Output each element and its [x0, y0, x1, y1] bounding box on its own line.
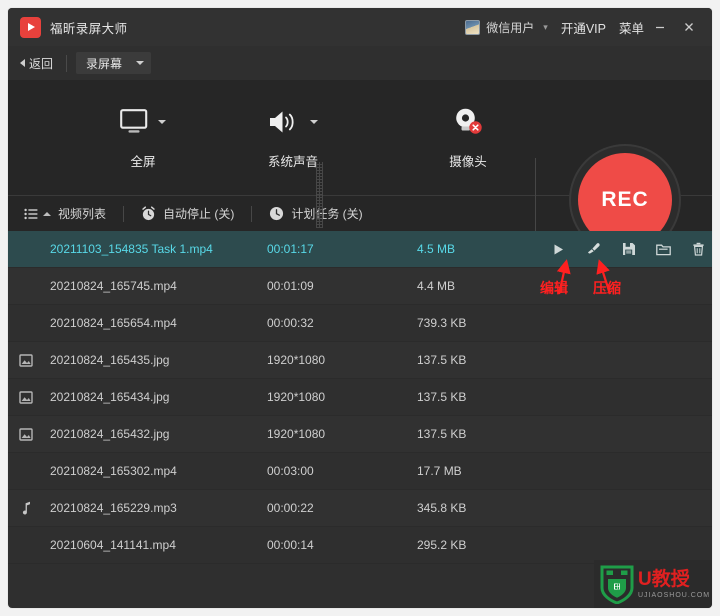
folder-icon[interactable] [656, 242, 671, 257]
chevron-down-icon[interactable] [310, 119, 318, 124]
toolbar-divider [123, 205, 125, 222]
file-duration: 00:01:17 [267, 242, 314, 256]
table-row[interactable]: 20210824_165432.jpg 1920*1080 137.5 KB [8, 416, 712, 453]
capture-option-label: 摄像头 [449, 154, 487, 169]
file-size: 137.5 KB [417, 353, 467, 367]
clock-icon [270, 206, 284, 221]
image-icon [8, 390, 44, 404]
image-icon [8, 353, 44, 367]
capture-option-label: 系统声音 [267, 154, 318, 169]
compress-save-icon[interactable] [621, 242, 636, 257]
file-name: 20210824_165302.mp4 [50, 464, 177, 478]
play-icon[interactable] [551, 242, 566, 257]
capture-option-webcam[interactable]: 摄像头 [398, 106, 538, 170]
file-size: 4.5 MB [417, 242, 456, 256]
row-actions [537, 242, 712, 257]
annotation-label-compress: 压缩 [593, 280, 621, 296]
capture-option-system-sound[interactable]: 系统声音 [223, 106, 363, 170]
list-view-icon [24, 208, 38, 219]
music-note-icon [8, 501, 44, 515]
video-list-label: 视频列表 [58, 207, 107, 221]
auto-stop-label: 自动停止 (关) [163, 207, 235, 221]
watermark-text: U教授 UJIAOSHOU.COM [638, 570, 710, 599]
file-name: 20210604_141141.mp4 [50, 538, 176, 552]
video-play-logo-icon [20, 16, 41, 38]
watermark-domain: UJIAOSHOU.COM [638, 591, 711, 599]
chevron-down-icon[interactable] [158, 119, 166, 124]
capture-option-fullscreen[interactable]: 全屏 [73, 106, 213, 170]
chevron-up-icon [43, 211, 51, 216]
file-size: 295.2 KB [417, 538, 467, 552]
user-avatar-icon[interactable] [465, 19, 481, 35]
close-button[interactable] [676, 14, 702, 40]
back-button-label: 返回 [29, 56, 54, 71]
app-window: 福昕录屏大师 微信用户 ▾ 开通VIP 菜单 返回 录屏幕 全屏 系统声音 摄像… [8, 8, 712, 608]
video-list-button[interactable]: 视频列表 [24, 205, 106, 222]
table-row[interactable]: 20210824_165434.jpg 1920*1080 137.5 KB [8, 379, 712, 416]
table-row[interactable]: 20210824_165302.mp4 00:03:00 17.7 MB [8, 453, 712, 490]
table-row[interactable]: 20210824_165654.mp4 00:00:32 739.3 KB [8, 305, 712, 342]
edit-brush-icon[interactable] [586, 242, 601, 257]
speaker-icon [270, 111, 294, 132]
auto-stop-button[interactable]: 自动停止 (关) [141, 205, 234, 222]
file-size: 345.8 KB [417, 501, 467, 515]
open-vip-button[interactable]: 开通VIP [561, 18, 606, 37]
file-duration: 00:00:14 [267, 538, 314, 552]
app-title: 福昕录屏大师 [50, 21, 128, 36]
table-row[interactable]: 20211103_154835 Task 1.mp4 00:01:17 4.5 … [8, 231, 712, 268]
file-name: 20210824_165434.jpg [50, 390, 170, 404]
toolbar-divider [251, 205, 253, 222]
file-size: 4.4 MB [417, 279, 456, 293]
table-row[interactable]: 20210824_165435.jpg 1920*1080 137.5 KB [8, 342, 712, 379]
file-name: 20210824_165435.jpg [50, 353, 170, 367]
back-button[interactable]: 返回 [18, 52, 59, 75]
webcam-disabled-icon [456, 108, 482, 134]
file-duration: 1920*1080 [267, 427, 326, 441]
user-name-label[interactable]: 微信用户 [486, 19, 534, 36]
image-icon [8, 427, 44, 441]
watermark-brand: U教授 [638, 568, 690, 590]
table-row[interactable]: 20210824_165229.mp3 00:00:22 345.8 KB [8, 490, 712, 527]
file-name: 20210824_165432.jpg [50, 427, 170, 441]
file-name: 20210824_165654.mp4 [50, 316, 177, 330]
file-name: 20210824_165229.mp3 [50, 501, 177, 515]
file-duration: 00:01:09 [267, 279, 314, 293]
monitor-icon [120, 108, 148, 133]
panel-divider [535, 158, 536, 234]
capture-option-label: 全屏 [130, 154, 156, 169]
toolbar-divider [66, 54, 68, 72]
file-duration: 00:00:32 [267, 316, 314, 330]
usb-shield-logo-icon [600, 565, 634, 604]
menu-button[interactable]: 菜单 [619, 18, 644, 37]
chevron-down-icon [136, 61, 145, 65]
file-size: 739.3 KB [417, 316, 467, 330]
record-mode-label: 录屏幕 [86, 56, 123, 71]
trash-icon[interactable] [691, 242, 706, 257]
back-arrow-icon [20, 59, 25, 67]
file-duration: 00:03:00 [267, 464, 314, 478]
sub-toolbar: 返回 录屏幕 [8, 46, 712, 80]
file-size: 137.5 KB [417, 390, 467, 404]
file-duration: 00:00:22 [267, 501, 314, 515]
file-name: 20210824_165745.mp4 [50, 279, 177, 293]
file-size: 137.5 KB [417, 427, 467, 441]
table-row[interactable]: 20210604_141141.mp4 00:00:14 295.2 KB [8, 527, 712, 564]
minimize-button[interactable] [647, 14, 673, 40]
file-size: 17.7 MB [417, 464, 462, 478]
scheduled-task-label: 计划任务 (关) [291, 207, 363, 221]
watermark: U教授 UJIAOSHOU.COM [594, 560, 712, 608]
record-mode-select[interactable]: 录屏幕 [76, 52, 152, 74]
capture-options-panel: 全屏 系统声音 摄像头 REC [8, 80, 712, 256]
title-bar: 福昕录屏大师 微信用户 ▾ 开通VIP 菜单 [8, 8, 712, 46]
file-name: 20211103_154835 Task 1.mp4 [50, 242, 213, 256]
file-duration: 1920*1080 [267, 353, 326, 367]
annotation-label-edit: 编辑 [540, 280, 568, 296]
file-duration: 1920*1080 [267, 390, 326, 404]
panel-hatch-divider [316, 162, 323, 228]
titlebar-right-controls: 微信用户 ▾ 开通VIP 菜单 [465, 14, 702, 40]
chevron-down-icon[interactable]: ▾ [543, 22, 548, 32]
alarm-clock-icon [142, 206, 155, 221]
